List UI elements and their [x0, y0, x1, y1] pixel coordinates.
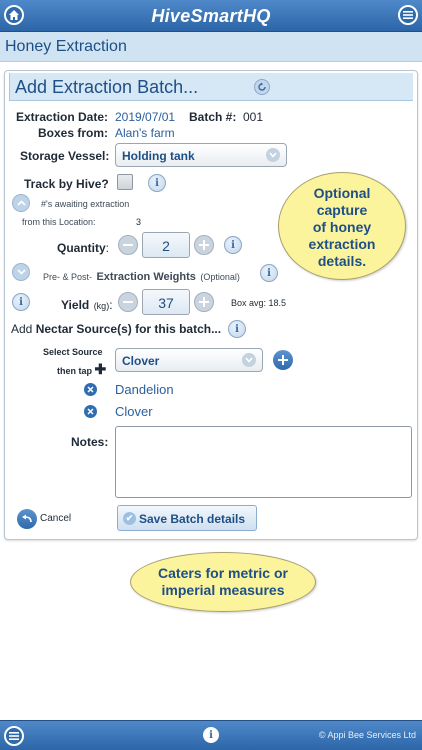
source-item: Clover	[115, 404, 153, 419]
nectar-title: Nectar Source(s) for this batch...	[35, 322, 222, 336]
quantity-field[interactable]: 2	[142, 232, 190, 258]
callout-line: of honey	[312, 219, 372, 235]
storage-vessel-select[interactable]: Holding tank	[115, 143, 287, 167]
form-title: Add Extraction Batch...	[15, 77, 199, 97]
callout-line: capture	[316, 202, 368, 218]
page-header: Honey Extraction	[0, 32, 422, 62]
weights-title: Extraction Weights	[96, 271, 196, 283]
info-icon[interactable]: i	[228, 320, 246, 338]
callout-line: Caters for metric or	[158, 565, 288, 581]
info-icon[interactable]: i	[203, 727, 219, 743]
weights-heading: Pre- & Post- Extraction Weights (Optiona…	[43, 267, 240, 285]
callout-line: details.	[317, 253, 367, 269]
yield-stepper: 37	[116, 289, 216, 315]
quantity-label: Quantity:	[57, 241, 110, 255]
chevron-down-icon	[242, 353, 256, 367]
menu-icon	[403, 11, 413, 19]
save-batch-button[interactable]: ✔ Save Batch details	[117, 505, 257, 531]
box-average: Box avg: 18.5	[231, 298, 287, 308]
boxes-from-label: Boxes from:	[38, 126, 109, 140]
yield-decrement-button[interactable]	[118, 292, 138, 312]
storage-vessel-value: Holding tank	[122, 149, 195, 163]
minus-icon	[123, 244, 133, 246]
yield-field[interactable]: 37	[142, 289, 190, 315]
refresh-button[interactable]	[254, 79, 270, 95]
from-location-label: from this Location:	[22, 217, 96, 227]
track-by-hive-label: Track by Hive?	[24, 177, 109, 191]
remove-source-button[interactable]	[84, 405, 97, 418]
extraction-date-value[interactable]: 2019/07/01	[115, 110, 175, 124]
info-icon[interactable]: i	[148, 174, 166, 192]
batch-label: Batch #:	[189, 110, 237, 124]
select-source-line1: Select Source	[43, 347, 103, 357]
chevron-down-icon	[266, 148, 280, 162]
plus-icon: ✚	[94, 361, 107, 377]
back-arrow-icon	[22, 514, 32, 523]
remove-icon	[87, 386, 94, 393]
nectar-prefix: Add	[11, 322, 33, 336]
track-by-hive-checkbox[interactable]	[117, 174, 133, 190]
from-location-value: 3	[136, 217, 142, 227]
yield-increment-button[interactable]	[194, 292, 214, 312]
quantity-increment-button[interactable]	[194, 235, 214, 255]
save-batch-label: Save Batch details	[139, 512, 246, 526]
minus-icon	[123, 301, 133, 303]
page-title: Honey Extraction	[5, 38, 127, 55]
form-header: Add Extraction Batch...	[9, 73, 413, 101]
select-source-line2: then tap ✚	[57, 361, 106, 378]
yield-unit: (kg)	[93, 301, 110, 311]
weights-suffix: (Optional)	[200, 272, 240, 282]
storage-vessel-label: Storage Vessel:	[20, 149, 110, 163]
collapse-awaiting-button[interactable]	[12, 194, 30, 212]
weights-prefix: Pre- & Post-	[43, 272, 93, 282]
quantity-value: 2	[162, 238, 170, 254]
remove-icon	[87, 408, 94, 415]
source-item: Dandelion	[115, 382, 174, 397]
info-icon[interactable]: i	[260, 264, 278, 282]
select-source-line2-text: then tap	[57, 366, 92, 376]
callout-line: extraction	[308, 236, 376, 252]
callout-line: Optional	[313, 185, 371, 201]
yield-value: 37	[158, 295, 174, 311]
quantity-stepper: 2	[116, 232, 216, 258]
notes-field[interactable]	[115, 426, 412, 498]
callout-line: imperial measures	[161, 582, 285, 598]
copyright-text: © Appi Bee Services Ltd	[318, 730, 416, 740]
chevron-down-icon	[16, 269, 26, 275]
remove-source-button[interactable]	[84, 383, 97, 396]
notes-label: Notes:	[71, 435, 109, 449]
plus-icon	[199, 240, 209, 250]
measures-callout: Caters for metric or imperial measures	[130, 552, 316, 612]
cancel-button[interactable]: Cancel	[40, 513, 71, 524]
optional-capture-callout: Optional capture of honey extraction det…	[278, 172, 406, 280]
menu-icon	[9, 732, 19, 740]
plus-icon	[199, 297, 209, 307]
extraction-form-panel: Add Extraction Batch... Extraction Date:…	[4, 70, 418, 540]
app-header: HiveSmartHQ	[0, 0, 422, 32]
yield-label-text: Yield	[61, 298, 90, 312]
expand-weights-button[interactable]	[12, 263, 30, 281]
nectar-source-select[interactable]: Clover	[115, 348, 263, 372]
boxes-from-value[interactable]: Alan's farm	[115, 126, 175, 140]
refresh-icon	[258, 82, 266, 91]
awaiting-extraction-label: #'s awaiting extraction	[41, 199, 130, 209]
batch-value: 001	[243, 110, 264, 124]
info-icon[interactable]: i	[224, 236, 242, 254]
yield-label: Yield (kg):	[61, 298, 113, 312]
chevron-up-icon	[16, 200, 26, 206]
plus-icon	[278, 355, 288, 365]
cancel-icon-button[interactable]	[17, 509, 37, 529]
nectar-source-value: Clover	[122, 354, 160, 368]
menu-button[interactable]	[398, 5, 418, 25]
app-title: HiveSmartHQ	[151, 6, 271, 26]
app-footer: i © Appi Bee Services Ltd	[0, 720, 422, 750]
check-icon: ✔	[123, 512, 136, 525]
quantity-decrement-button[interactable]	[118, 235, 138, 255]
footer-menu-button[interactable]	[4, 726, 24, 746]
nectar-heading: Add Nectar Source(s) for this batch...	[11, 322, 221, 336]
info-icon[interactable]: i	[12, 293, 30, 311]
add-source-button[interactable]	[273, 350, 293, 370]
extraction-date-label: Extraction Date:	[16, 110, 109, 124]
